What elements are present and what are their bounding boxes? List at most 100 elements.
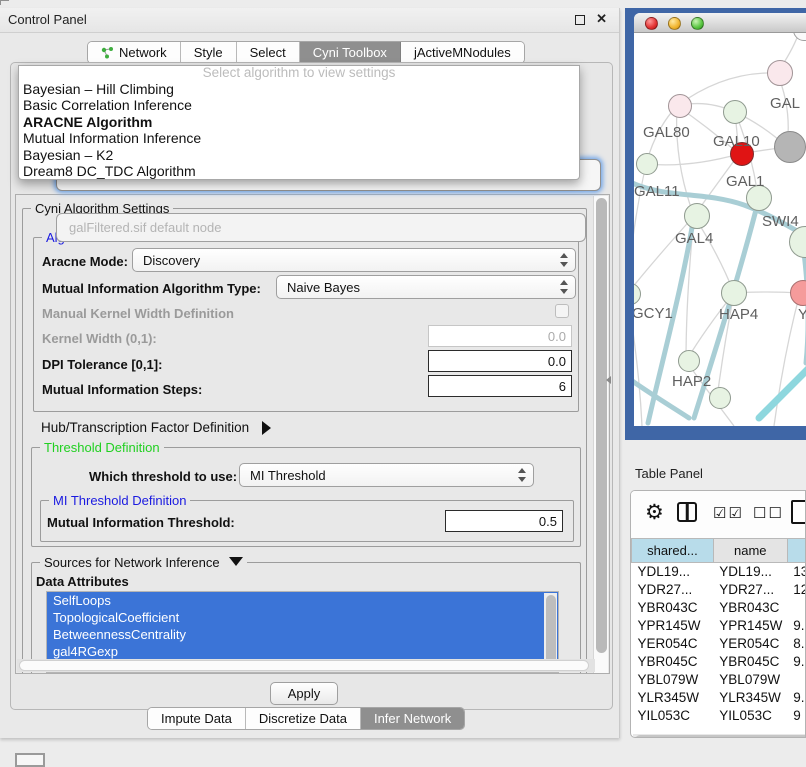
close-traffic-light-icon[interactable]	[645, 17, 658, 30]
attribute-item[interactable]: TopologicalCoefficient	[47, 609, 558, 626]
table-row[interactable]: YBR043CYBR043C	[632, 599, 806, 617]
network-node-gal4[interactable]	[684, 203, 710, 229]
cell[interactable]: 9.	[787, 689, 806, 707]
cell[interactable]: YBR043C	[632, 599, 714, 617]
attribute-item[interactable]: gal4RGexp	[47, 643, 558, 660]
table-row[interactable]: YLR345WYLR345W9.	[632, 689, 806, 707]
cell[interactable]: YER054C	[632, 635, 714, 653]
apply-button[interactable]: Apply	[270, 682, 338, 705]
column-header-name[interactable]: name	[713, 539, 787, 563]
cell[interactable]: YLR345W	[713, 689, 787, 707]
data-table-combo[interactable]: galFiltered.sif default node	[56, 213, 586, 242]
manual-kernel-checkbox[interactable]	[555, 304, 569, 318]
tab-cyni-toolbox[interactable]: Cyni Toolbox	[300, 42, 401, 63]
mi-threshold-field[interactable]: 0.5	[445, 510, 563, 532]
cell[interactable]: 12	[787, 581, 806, 599]
settings-scrollbar[interactable]	[593, 196, 608, 674]
which-threshold-combo[interactable]: MI Threshold	[239, 463, 534, 487]
float-window-icon[interactable]	[575, 15, 585, 25]
cell[interactable]: YIL053C	[713, 707, 787, 725]
tab-network-label: Network	[119, 45, 167, 60]
cell[interactable]: 13	[787, 563, 806, 581]
cell[interactable]: YBL079W	[713, 671, 787, 689]
cell[interactable]: 9.	[787, 617, 806, 635]
table-row[interactable]: YDR27...YDR27...12	[632, 581, 806, 599]
attribute-item[interactable]: BetweennessCentrality	[47, 626, 558, 643]
zoom-traffic-light-icon[interactable]	[691, 17, 704, 30]
kernel-width-field[interactable]: 0.0	[428, 325, 572, 347]
minimize-traffic-light-icon[interactable]	[668, 17, 681, 30]
dropdown-item[interactable]: Dream8 DC_TDC Algorithm	[19, 163, 579, 179]
sources-title: Sources for Network Inference	[40, 555, 247, 570]
columns-icon[interactable]	[677, 502, 697, 522]
cell[interactable]: YBR043C	[713, 599, 787, 617]
tab-network[interactable]: Network	[88, 42, 181, 63]
aracne-mode-combo[interactable]: Discovery	[132, 248, 576, 272]
network-node-hap4[interactable]	[721, 280, 747, 306]
unchecked-pair-icon[interactable]: ☐☐	[753, 504, 784, 522]
checked-pair-icon[interactable]: ☑☑	[713, 504, 744, 522]
hub-definition-expander[interactable]: Hub/Transcription Factor Definition	[41, 419, 271, 437]
cell[interactable]: YPR145W	[713, 617, 787, 635]
kernel-width-label: Kernel Width (0,1):	[42, 331, 157, 346]
dropdown-item[interactable]: Mutual Information Inference	[19, 130, 579, 146]
cell[interactable]	[787, 599, 806, 617]
gear-icon[interactable]: ⚙	[645, 502, 664, 523]
cell[interactable]: YLR345W	[632, 689, 714, 707]
tab-jactivemnodules[interactable]: jActiveMNodules	[401, 42, 524, 63]
cell[interactable]: YBL079W	[632, 671, 714, 689]
settings-h-scrollbar[interactable]	[17, 659, 595, 672]
network-window-titlebar[interactable]	[634, 13, 806, 33]
mi-steps-field[interactable]: 6	[428, 375, 572, 397]
cell[interactable]: YDR27...	[632, 581, 714, 599]
cell[interactable]: 9	[787, 707, 806, 725]
dropdown-item[interactable]: Bayesian – K2	[19, 147, 579, 163]
node-label: GAL11	[634, 183, 680, 200]
tab-infer-network[interactable]: Infer Network	[361, 708, 464, 729]
network-node-gal10[interactable]	[723, 100, 747, 124]
dropdown-item[interactable]: Bayesian – Hill Climbing	[19, 81, 579, 97]
dpi-tolerance-field[interactable]: 0.0	[428, 350, 572, 372]
table-row[interactable]: YBL079WYBL079W	[632, 671, 806, 689]
close-icon[interactable]: ✕	[596, 11, 607, 27]
table-row[interactable]: YBR045CYBR045C9.	[632, 653, 806, 671]
file-icon[interactable]	[791, 500, 806, 524]
cell[interactable]: YBR045C	[632, 653, 714, 671]
cell[interactable]: YBR045C	[713, 653, 787, 671]
tab-discretize-data[interactable]: Discretize Data	[246, 708, 361, 729]
tab-style[interactable]: Style	[181, 42, 237, 63]
cell[interactable]: YDR27...	[713, 581, 787, 599]
cell[interactable]: YDL19...	[632, 563, 714, 581]
tab-select[interactable]: Select	[237, 42, 300, 63]
attribute-item[interactable]: SelfLoops	[47, 592, 558, 609]
expander-down-arrow-icon[interactable]	[229, 557, 243, 566]
table-row[interactable]: YPR145WYPR145W9.	[632, 617, 806, 635]
column-header-partial[interactable]: A	[787, 539, 806, 563]
cell[interactable]: YDL19...	[713, 563, 787, 581]
tab-impute-data[interactable]: Impute Data	[148, 708, 246, 729]
network-node[interactable]	[709, 387, 731, 409]
network-node-hap2[interactable]	[678, 350, 700, 372]
mi-algorithm-type-combo[interactable]: Naive Bayes	[276, 275, 576, 299]
network-canvas[interactable]: GAL GAL80 GAL10 GAL1 GAL11 SWI4 GAL4 GCY…	[634, 33, 806, 426]
table-row[interactable]: YER054CYER054C8.	[632, 635, 806, 653]
data-table-combo-value: galFiltered.sif default node	[69, 220, 221, 235]
network-node[interactable]	[767, 60, 793, 86]
network-node-gal80[interactable]	[668, 94, 692, 118]
cell[interactable]: YPR145W	[632, 617, 714, 635]
cell[interactable]: YIL053C	[632, 707, 714, 725]
table-row[interactable]: YIL053CYIL053C9	[632, 707, 806, 725]
table-h-scrollbar[interactable]	[633, 734, 806, 738]
mi-threshold-value: 0.5	[539, 514, 557, 529]
column-header-shared-name[interactable]: shared...	[632, 539, 714, 563]
dropdown-item[interactable]: Basic Correlation Inference	[19, 97, 579, 113]
cell[interactable]: 9.	[787, 653, 806, 671]
table-row[interactable]: YDL19...YDL19...13	[632, 563, 806, 581]
network-node[interactable]	[774, 131, 806, 163]
network-node-gal11[interactable]	[636, 153, 658, 175]
cell[interactable]: 8.	[787, 635, 806, 653]
cell[interactable]	[787, 671, 806, 689]
panel-collapse-arrow-icon[interactable]	[606, 376, 611, 384]
dropdown-item-highlighted[interactable]: ARACNE Algorithm	[19, 114, 579, 130]
cell[interactable]: YER054C	[713, 635, 787, 653]
